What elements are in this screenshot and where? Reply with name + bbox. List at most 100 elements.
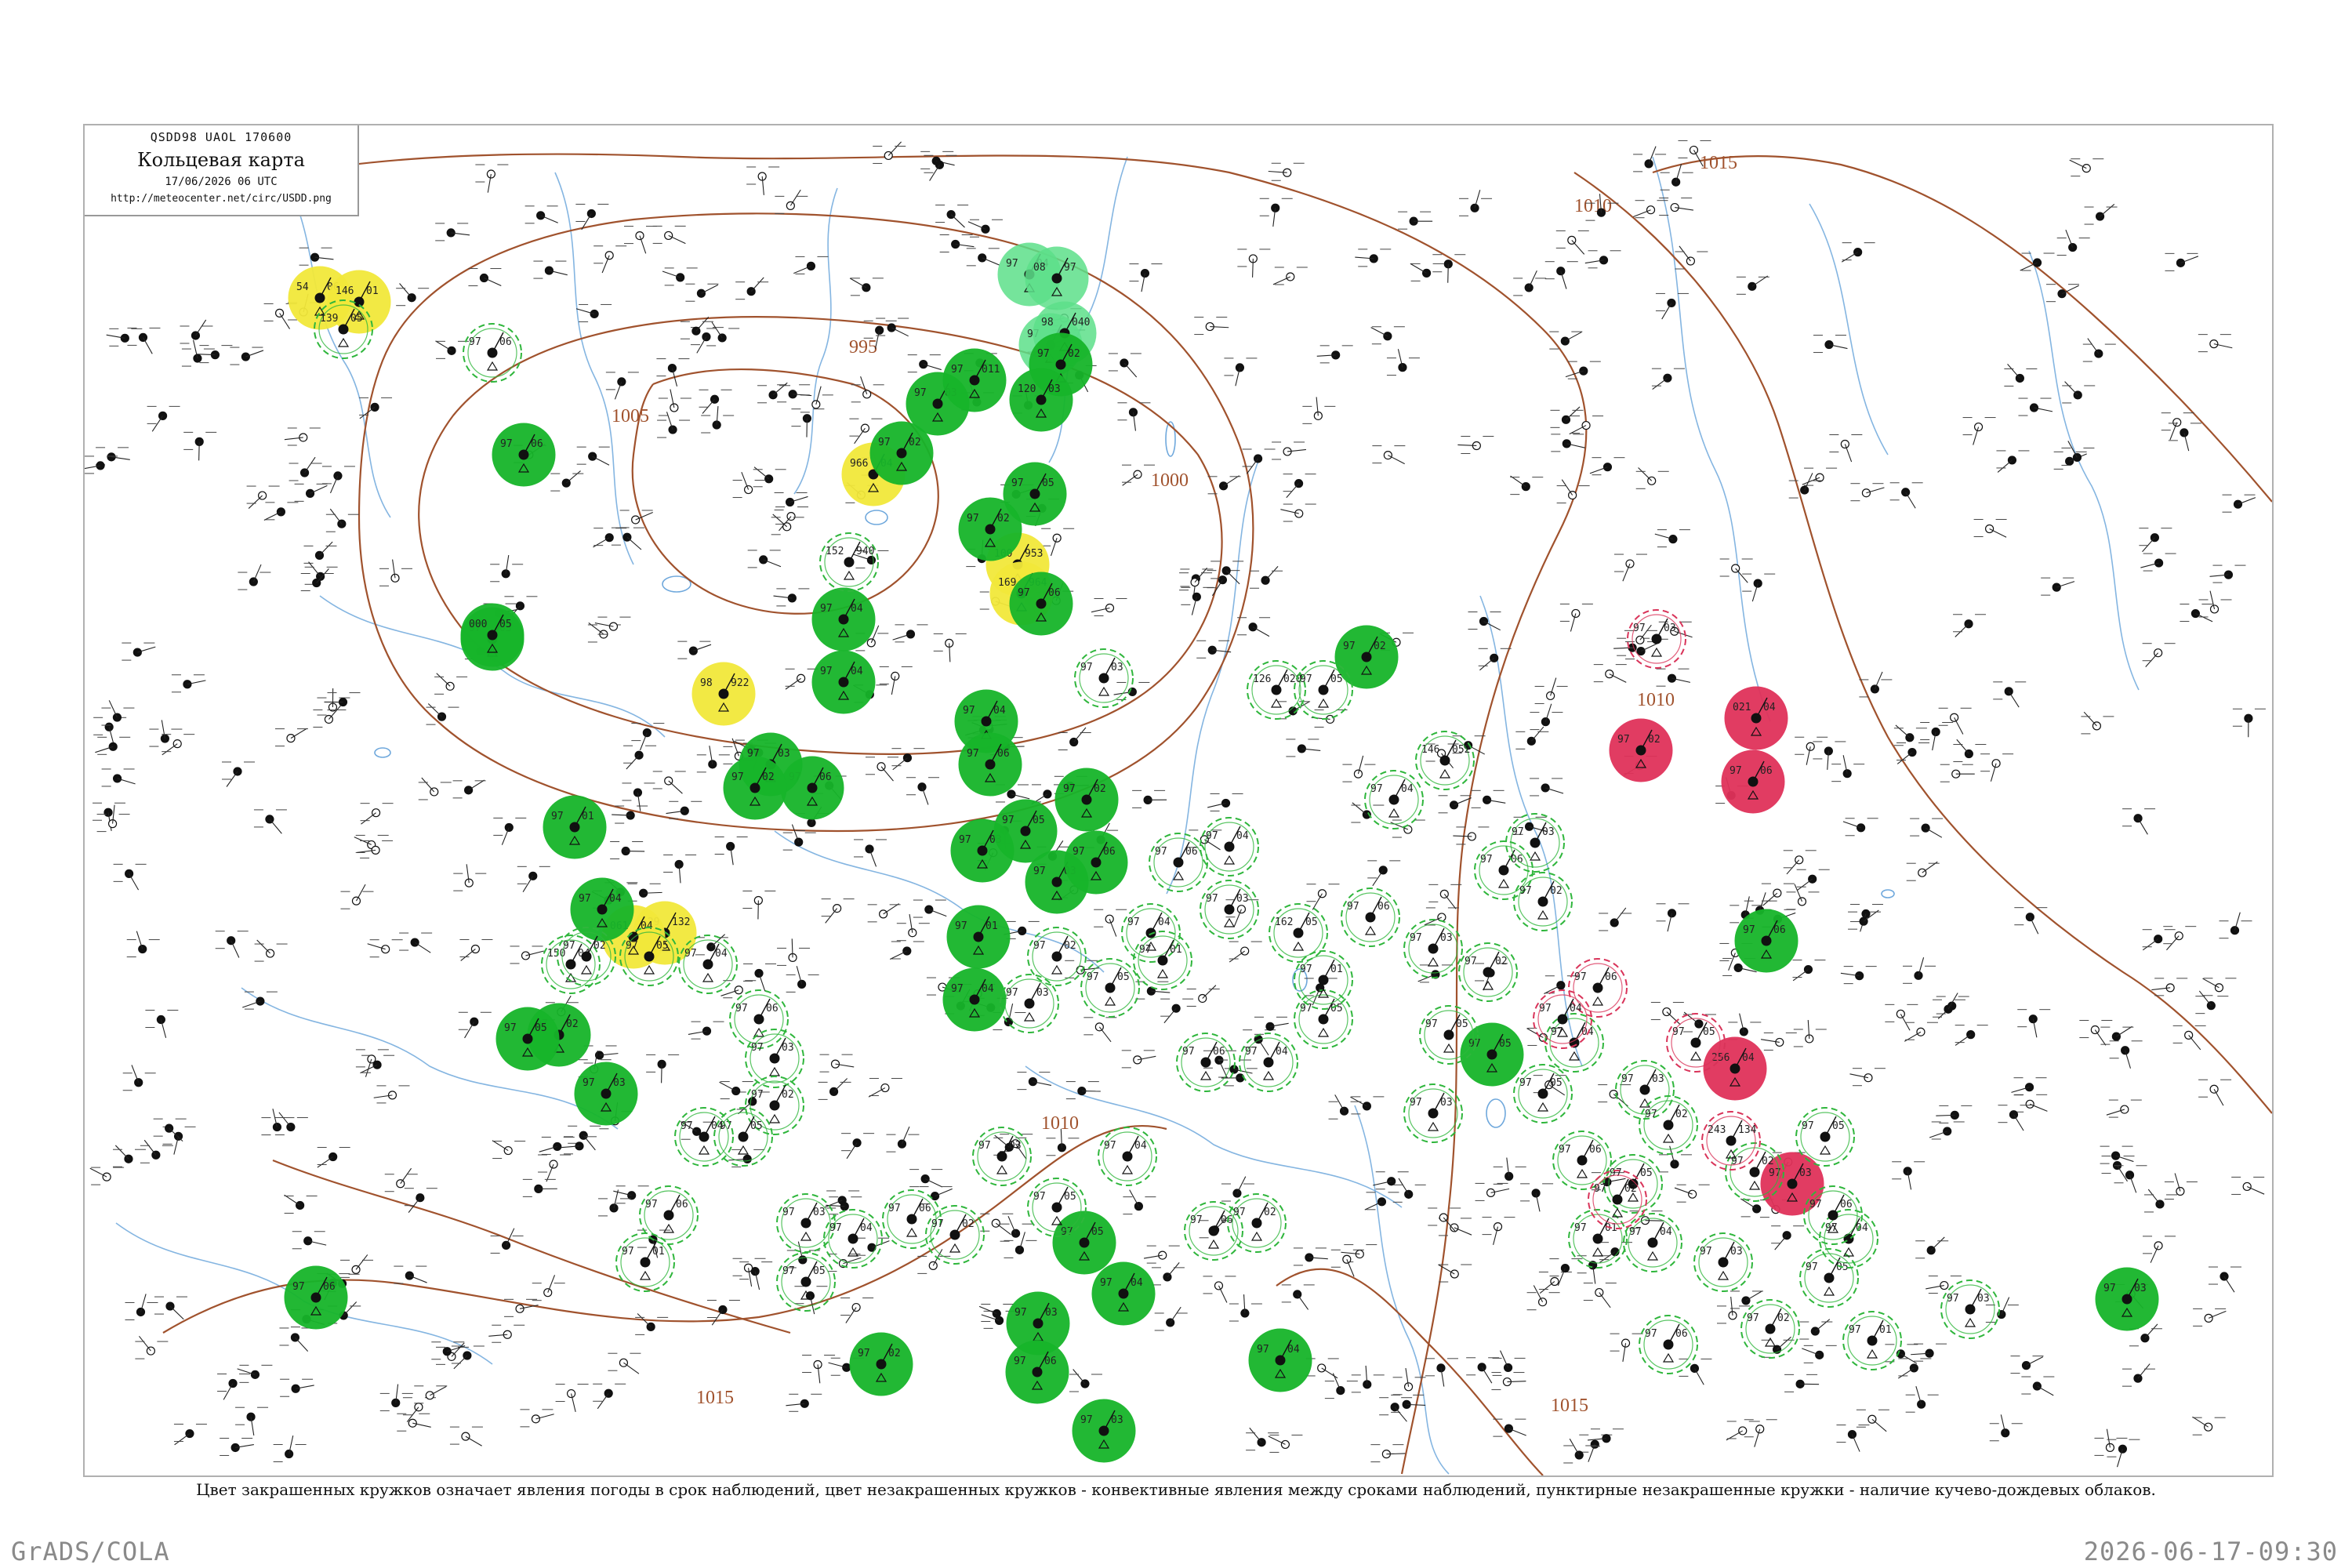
station-plot-small <box>490 1228 524 1254</box>
station-code: 04 <box>1660 1226 1672 1238</box>
weather-symbol-icon <box>1537 909 1549 920</box>
station-code: 03 <box>1652 1073 1664 1085</box>
weather-symbol-icon <box>1200 1070 1212 1080</box>
station-code: 02 <box>593 940 606 952</box>
station-temp: 97 <box>1731 1156 1744 1167</box>
station-plot-small <box>222 761 256 787</box>
station-plot-small <box>919 1186 953 1205</box>
station-temp: 97 <box>1033 940 1046 952</box>
station-temp: 98 <box>1041 317 1054 328</box>
station-plot-small <box>720 980 757 999</box>
station-plot-small <box>2106 1099 2142 1118</box>
station-plot-small <box>868 1078 902 1098</box>
station-plot-green: 97 06 <box>1009 572 1073 636</box>
station-code: 06 <box>1221 1214 1233 1226</box>
station-plot-small <box>1761 1032 1797 1051</box>
station-plot-small <box>2079 1020 2113 1046</box>
station-temp: 97 <box>1806 1261 1818 1273</box>
station-plot-small <box>1283 474 1316 499</box>
station-plot-small <box>1742 573 1776 602</box>
station-plot-small <box>1121 1050 1156 1069</box>
station-plot-small <box>1786 884 1820 910</box>
station-plot-small <box>180 319 213 344</box>
station-temp: 97 <box>820 603 833 615</box>
station-plot-small <box>2056 230 2090 256</box>
station-plot-small <box>217 1373 251 1400</box>
station-plot-small <box>263 502 299 521</box>
station-plot-small <box>1598 1084 1632 1107</box>
station-plot-small <box>279 1327 313 1352</box>
weather-symbol-icon <box>1964 1317 1976 1327</box>
station-plot-small <box>1856 1409 1889 1432</box>
station-plot-small <box>2140 553 2176 572</box>
station-plot-small <box>1793 1019 1827 1047</box>
station-plot-small <box>1132 789 1167 808</box>
weather-symbol-icon <box>949 1243 961 1253</box>
station-plot-small <box>2122 1363 2155 1387</box>
station-plot-small <box>402 1397 436 1423</box>
station-temp: 97 <box>1245 1046 1258 1058</box>
station-temp: 97 <box>1802 1120 1814 1132</box>
station-plot-small <box>458 1011 492 1039</box>
station-code: 02 <box>1762 1156 1774 1167</box>
weather-symbol-icon <box>1529 851 1541 861</box>
station-plot-small <box>280 1378 314 1397</box>
station-temp: 54 <box>296 281 309 293</box>
station-temp: 97 <box>1037 348 1050 360</box>
station-plot-small <box>147 405 180 432</box>
station-temp: 021 <box>1733 702 1751 713</box>
station-temp: 97 <box>622 1246 634 1258</box>
station-plot-small <box>1783 850 1817 875</box>
synoptic-map: 995 1000 1005 1010 1010 1010 1015 1015 1015 54 06… <box>83 124 2274 1477</box>
station-code: 06 <box>1589 1144 1602 1156</box>
station-plot-small <box>299 247 334 266</box>
station-code: 04 <box>851 603 863 615</box>
station-temp: 146 <box>1421 744 1439 756</box>
station-plot-green-dashed: 97 03 <box>1940 1279 2000 1339</box>
station-plot-green-dashed: 97 03 <box>1074 648 1134 708</box>
weather-symbol-icon <box>1639 1098 1651 1108</box>
station-plot-small <box>851 376 884 403</box>
station-plot-green-dashed: 97 02 <box>1458 942 1518 1002</box>
station-plot-small <box>1453 826 1490 845</box>
station-temp: 97 <box>1155 846 1167 858</box>
station-plot-small <box>1392 1178 1426 1203</box>
station-plot-small <box>2081 711 2114 735</box>
station-plot-small <box>1840 966 1877 985</box>
station-code: 03 <box>778 748 790 760</box>
station-plot-small <box>1985 1297 2019 1323</box>
station-plot-small <box>1316 345 1353 364</box>
weather-symbol-icon <box>639 1270 652 1280</box>
station-plot-small <box>1813 335 1848 354</box>
weather-symbol-icon <box>1223 917 1236 927</box>
station-plot-small <box>2082 338 2116 362</box>
station-plot-small <box>196 345 233 364</box>
station-plot-small <box>775 189 808 214</box>
station-code: 134 <box>1738 1124 1757 1136</box>
station-plot-small <box>127 327 161 354</box>
station-temp: 97 <box>1014 1356 1026 1367</box>
station-plot-green: 97 01 <box>946 905 1011 969</box>
station-plot-small <box>1829 434 1863 463</box>
station-plot-small <box>317 1147 350 1168</box>
station-plot-small <box>1398 211 1433 230</box>
station-plot-small <box>1530 703 1563 731</box>
station-code: 05 <box>1064 1191 1076 1203</box>
station-code: 02 <box>1094 783 1106 795</box>
station-plot-small <box>1583 1283 1617 1308</box>
station-temp: 97 <box>1011 477 1024 489</box>
weather-symbol-icon <box>486 361 499 371</box>
station-code: 05 <box>499 619 512 630</box>
station-plot-small <box>294 483 328 502</box>
station-plot-small <box>1744 1419 1777 1447</box>
weather-symbol-icon <box>1023 1011 1036 1022</box>
station-plot-small <box>453 864 487 891</box>
station-plot-small <box>1599 907 1632 931</box>
station-plot-green-dashed: 97 05 <box>1080 958 1140 1018</box>
station-code: 06 <box>1760 765 1773 777</box>
weather-symbol-icon <box>580 964 593 975</box>
station-plot-small <box>598 1189 632 1217</box>
station-plot-small <box>1272 267 1308 285</box>
station-plot-small <box>2193 1308 2227 1327</box>
station-temp: 97 <box>1947 1293 1959 1305</box>
